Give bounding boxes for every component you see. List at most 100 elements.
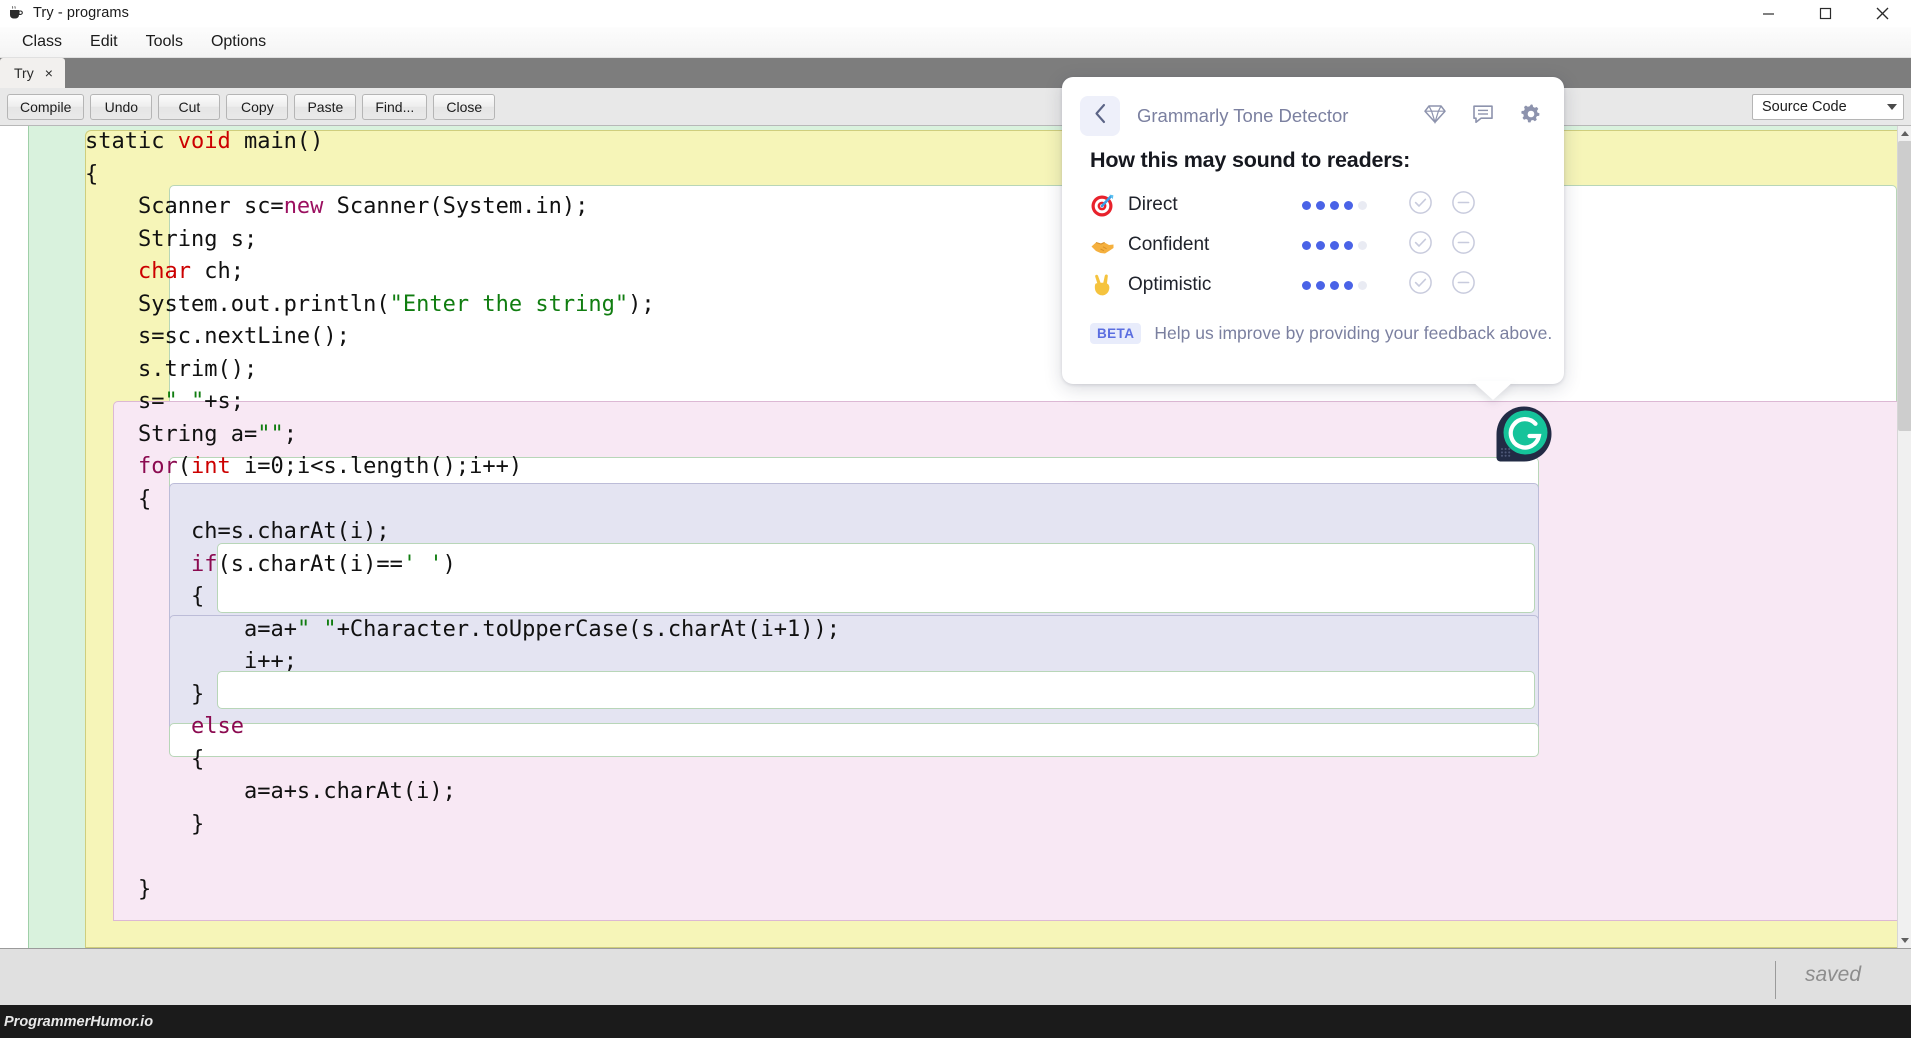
view-selector-value: Source Code — [1762, 98, 1847, 115]
close-button[interactable] — [1854, 0, 1911, 27]
code-line: ch=s.charAt(i); — [0, 516, 1897, 549]
scroll-up-icon[interactable] — [1898, 126, 1911, 141]
tone-strength-dot — [1302, 200, 1311, 210]
code-token: (s.charAt(i)== — [217, 551, 403, 577]
toolbar-right-group: Source Code — [1752, 93, 1904, 120]
status-bar: saved — [0, 948, 1911, 1005]
code-token: static — [85, 129, 178, 154]
code-token: ch=s.charAt(i); — [190, 519, 390, 544]
back-button[interactable] — [1080, 96, 1120, 136]
code-line: a=a+" "+Character.toUpperCase(s.charAt(i… — [0, 614, 1897, 647]
chevron-left-icon — [1094, 103, 1107, 129]
popup-title: Grammarly Tone Detector — [1137, 105, 1349, 126]
code-token: ( — [177, 454, 191, 479]
code-token: s.trim(); — [137, 356, 258, 382]
code-line: for(int i=0;i<s.length();i++) — [0, 451, 1897, 484]
tone-feedback-actions — [1408, 270, 1476, 300]
maximize-button[interactable] — [1797, 0, 1854, 27]
code-token: int — [190, 454, 231, 479]
tone-strength-dot — [1344, 200, 1353, 210]
code-token: ; — [283, 421, 297, 447]
watermark-bar: ProgrammerHumor.io — [0, 1005, 1911, 1038]
code-token: s=sc.nextLine(); — [137, 324, 350, 349]
code-line: } — [0, 679, 1897, 712]
code-line: a=a+s.charAt(i); — [0, 776, 1897, 809]
code-surface: static void main() { Scanner sc=new Scann… — [0, 126, 1897, 948]
editor-toolbar: Compile Undo Cut Copy Paste Find... Clos… — [0, 88, 1911, 126]
tab-close-icon[interactable]: × — [45, 66, 53, 80]
tone-row: Optimistic — [1090, 265, 1542, 305]
check-circle-icon[interactable] — [1408, 270, 1433, 300]
code-line: { — [0, 159, 1897, 192]
code-line: if(s.charAt(i)==' ') — [0, 549, 1897, 582]
code-token: i=0;i<s.length();i++) — [230, 454, 523, 479]
code-editor[interactable]: static void main() { Scanner sc=new Scann… — [0, 126, 1911, 948]
scroll-down-icon[interactable] — [1898, 933, 1911, 948]
tab-label: Try — [14, 65, 34, 81]
beta-badge: BETA — [1090, 323, 1142, 344]
copy-button[interactable]: Copy — [226, 93, 289, 120]
code-line: { — [0, 484, 1897, 517]
code-line: Scanner sc=new Scanner(System.in); — [0, 191, 1897, 224]
cut-button[interactable]: Cut — [158, 93, 221, 120]
code-token: +s; — [204, 389, 244, 414]
paste-button[interactable]: Paste — [294, 93, 357, 120]
tone-strength-dot — [1358, 280, 1367, 290]
code-text[interactable]: static void main() { Scanner sc=new Scann… — [0, 126, 1897, 948]
close-button-toolbar[interactable]: Close — [433, 93, 496, 120]
menu-item-edit[interactable]: Edit — [76, 30, 132, 54]
tone-feedback-actions — [1408, 230, 1476, 260]
code-token: s= — [137, 389, 165, 414]
bluej-coffee-cup-icon — [7, 4, 25, 22]
code-token: new — [283, 194, 324, 219]
gem-icon[interactable] — [1424, 104, 1446, 129]
tone-feedback-actions — [1408, 190, 1476, 220]
code-token: main() — [230, 129, 324, 154]
menu-item-options[interactable]: Options — [197, 30, 280, 54]
code-token: char — [137, 259, 191, 284]
check-circle-icon[interactable] — [1408, 230, 1433, 260]
minus-circle-icon[interactable] — [1451, 270, 1476, 300]
minus-circle-icon[interactable] — [1451, 190, 1476, 220]
tone-list: Direct Confident Optimistic — [1062, 185, 1564, 305]
tone-strength-dot — [1316, 200, 1325, 210]
gear-icon[interactable] — [1520, 103, 1542, 130]
code-token: for — [137, 454, 178, 479]
minimize-button[interactable] — [1740, 0, 1797, 27]
code-token: String a= — [137, 421, 258, 447]
tone-row: Direct — [1090, 185, 1542, 225]
code-token: String s; — [137, 226, 258, 252]
code-token: } — [190, 811, 205, 837]
status-divider — [1775, 961, 1776, 999]
code-token: +Character.toUpperCase(s.charAt(i+1)); — [336, 616, 841, 642]
menu-item-class[interactable]: Class — [8, 30, 76, 54]
code-token: System.out.println( — [137, 291, 390, 317]
tone-strength-dot — [1358, 200, 1367, 210]
popup-header: Grammarly Tone Detector — [1062, 77, 1564, 139]
tone-strength-dot — [1344, 280, 1353, 290]
view-selector-dropdown[interactable]: Source Code — [1752, 93, 1904, 120]
title-bar: Try - programs — [0, 0, 1911, 27]
compile-button[interactable]: Compile — [7, 93, 85, 120]
vertical-scrollbar[interactable] — [1897, 126, 1911, 948]
code-line: System.out.println("Enter the string"); — [0, 289, 1897, 322]
check-circle-icon[interactable] — [1408, 190, 1433, 220]
tab-try[interactable]: Try × — [0, 58, 65, 88]
beta-feedback-text: Help us improve by providing your feedba… — [1154, 323, 1553, 343]
minus-circle-icon[interactable] — [1451, 230, 1476, 260]
grammarly-logo-button[interactable] — [1495, 405, 1553, 463]
menu-item-tools[interactable]: Tools — [132, 30, 197, 54]
code-token: { — [85, 161, 99, 187]
code-line: } — [0, 874, 1897, 907]
undo-button[interactable]: Undo — [90, 93, 153, 120]
code-token: " " — [164, 389, 205, 414]
code-token: Scanner sc= — [137, 194, 284, 219]
code-token: void — [177, 129, 231, 154]
scrollbar-thumb[interactable] — [1898, 141, 1911, 431]
code-token: ch; — [190, 259, 244, 284]
comment-icon[interactable] — [1472, 104, 1494, 129]
code-token: ) — [442, 551, 456, 577]
find-button[interactable]: Find... — [362, 93, 428, 120]
code-token: "Enter the string" — [389, 291, 629, 317]
